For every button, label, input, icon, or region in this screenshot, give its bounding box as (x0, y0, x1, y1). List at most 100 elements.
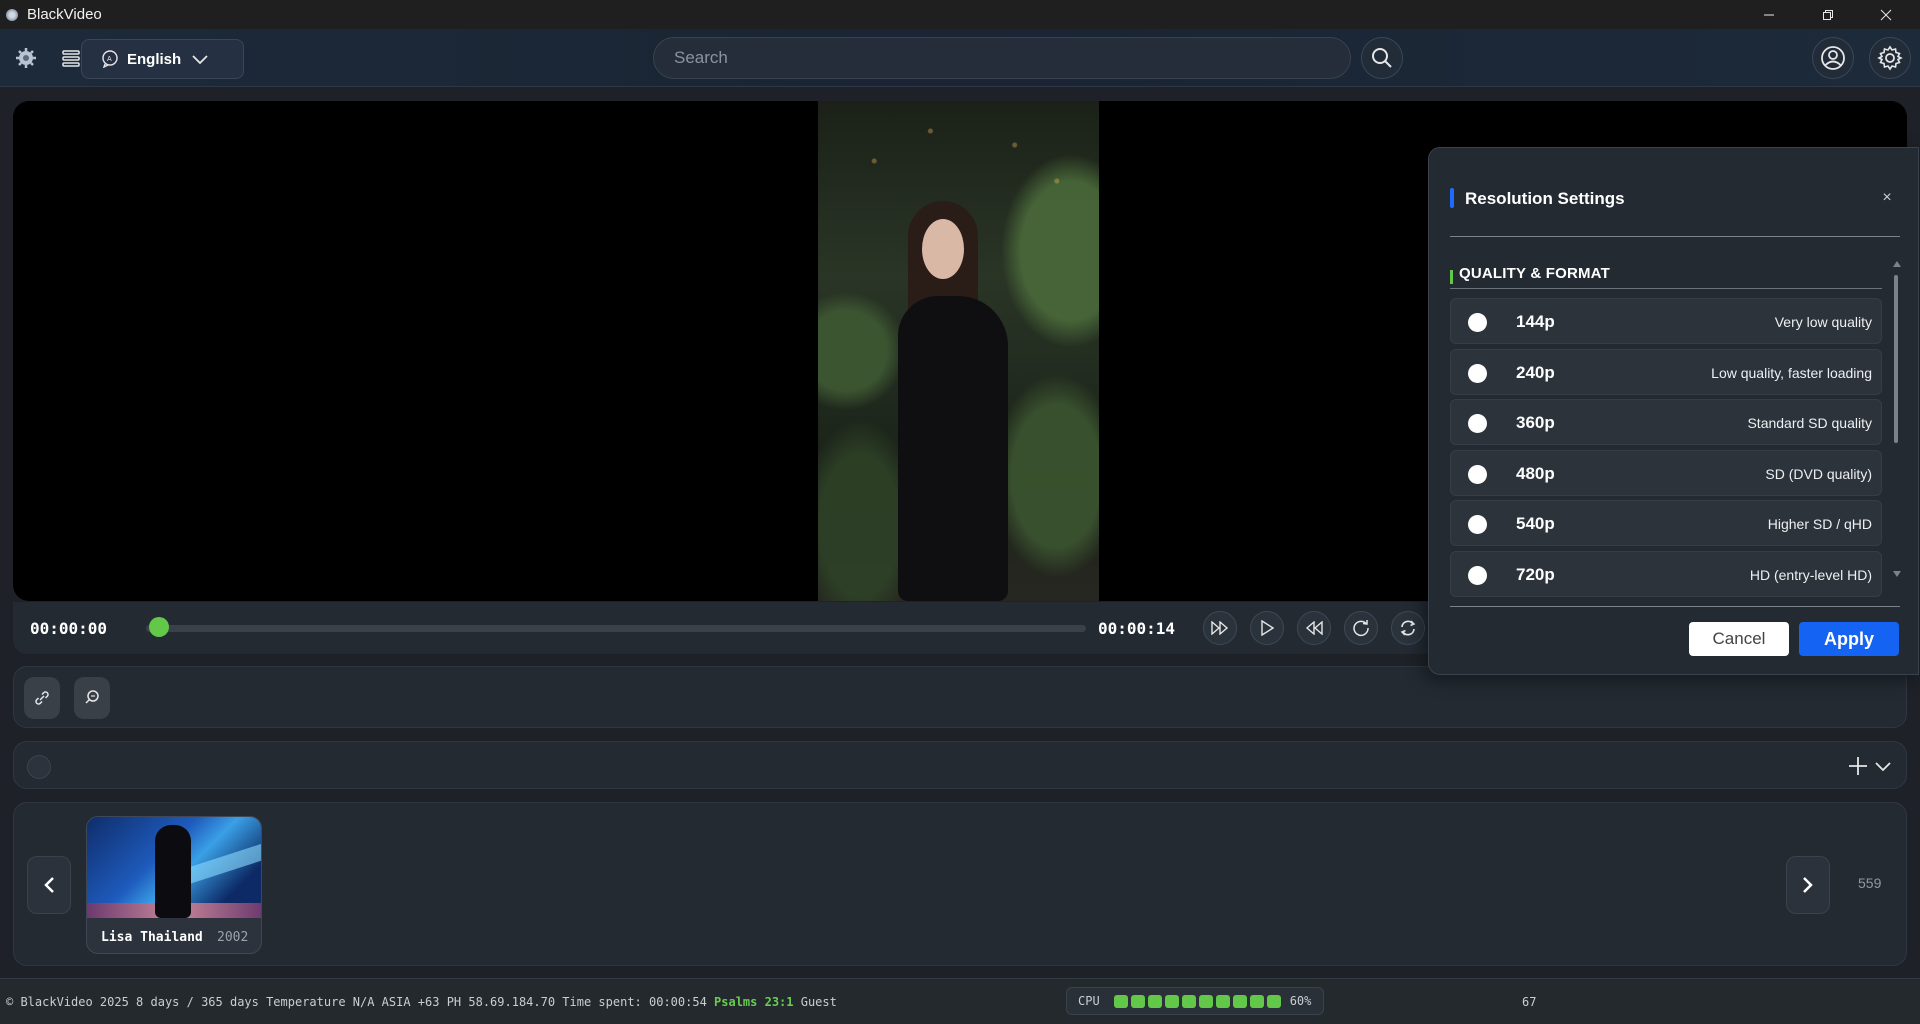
card-thumbnail (87, 817, 261, 918)
scroll-down-arrow-icon[interactable] (1893, 571, 1901, 577)
resolution-label: 360p (1516, 413, 1555, 432)
status-number: 67 (1522, 995, 1537, 1009)
chevron-right-icon (1803, 877, 1813, 893)
search-bar[interactable] (653, 37, 1351, 79)
radio-button[interactable] (1468, 414, 1487, 433)
gallery-prev-button[interactable] (27, 856, 71, 914)
replay-button[interactable] (1344, 611, 1378, 645)
cpu-percent: 60% (1289, 994, 1312, 1008)
logo-button[interactable] (12, 45, 40, 71)
search-button[interactable] (1361, 37, 1403, 79)
expand-button[interactable] (1872, 756, 1894, 776)
cpu-segment (1113, 994, 1128, 1008)
cpu-segment (1130, 994, 1145, 1008)
app-logo-icon (6, 8, 18, 21)
gallery-card[interactable]: Lisa Thailand 2002 (86, 816, 262, 954)
resolution-description: HD (entry-level HD) (1749, 567, 1872, 583)
playlist-row (13, 741, 1907, 789)
title-bar: BlackVideo (0, 0, 1920, 29)
chevron-down-icon (1875, 762, 1891, 772)
link-button[interactable] (24, 677, 60, 719)
radio-button[interactable] (1468, 364, 1487, 383)
status-text: © BlackVideo 2025 8 days / 365 days Temp… (6, 995, 837, 1009)
search-input[interactable] (654, 38, 1350, 78)
section-title: QUALITY & FORMAT (1459, 265, 1610, 282)
cpu-label: CPU (1078, 994, 1100, 1008)
dialog-divider (1450, 236, 1900, 237)
video-frame (818, 101, 1099, 601)
restore-button[interactable] (1805, 0, 1851, 29)
resolution-description: Low quality, faster loading (1711, 365, 1872, 381)
settings-button[interactable] (1869, 37, 1911, 79)
scroll-thumb[interactable] (1894, 275, 1898, 443)
fast-forward-button[interactable] (1203, 611, 1237, 645)
resolution-label: 480p (1516, 464, 1555, 483)
resolution-description: Higher SD / qHD (1767, 516, 1872, 532)
zoom-button[interactable] (74, 677, 110, 719)
stack-menu-icon (62, 50, 80, 67)
seek-handle[interactable] (149, 617, 169, 637)
link-icon (35, 691, 49, 705)
seek-bar[interactable] (146, 625, 1086, 632)
dialog-close-button[interactable]: × (1875, 186, 1899, 210)
resolution-option-720p[interactable]: 720p HD (entry-level HD) (1450, 551, 1882, 597)
cpu-segment (1215, 994, 1230, 1008)
user-icon (1821, 46, 1845, 70)
search-icon (1372, 48, 1392, 68)
replay-icon (1353, 620, 1369, 637)
resolution-description: SD (DVD quality) (1765, 466, 1872, 482)
resolution-option-144p[interactable]: 144p Very low quality (1450, 298, 1882, 344)
status-user: Guest (793, 995, 837, 1009)
radio-button[interactable] (1468, 313, 1487, 332)
video-subject (886, 201, 1016, 601)
scroll-up-arrow-icon[interactable] (1893, 261, 1901, 267)
radio-button[interactable] (1468, 465, 1487, 484)
minimize-button[interactable] (1746, 0, 1792, 29)
psalms-link[interactable]: Psalms 23:1 (714, 995, 793, 1009)
add-button[interactable] (1846, 754, 1870, 778)
resolution-description: Very low quality (1774, 314, 1872, 330)
duration-time: 00:00:14 (1098, 619, 1176, 638)
video-gallery: Lisa Thailand 2002 559 (13, 802, 1907, 966)
gear-icon (1877, 45, 1903, 71)
resolution-dialog: Resolution Settings × QUALITY & FORMAT 1… (1428, 147, 1919, 675)
section-accent-bar (1450, 270, 1453, 284)
resolution-label: 720p (1516, 565, 1555, 584)
language-selector[interactable]: A English (81, 39, 244, 79)
gallery-next-button[interactable] (1786, 856, 1830, 914)
account-button[interactable] (1812, 37, 1854, 79)
rewind-button[interactable] (1297, 611, 1331, 645)
resolution-option-480p[interactable]: 480p SD (DVD quality) (1450, 450, 1882, 496)
language-chat-icon: A (102, 50, 118, 68)
rewind-icon (1305, 621, 1323, 635)
dialog-title: Resolution Settings (1465, 189, 1625, 208)
gallery-count: 559 (1858, 875, 1882, 891)
list-scrollbar[interactable] (1891, 261, 1903, 581)
dialog-accent-bar (1450, 188, 1454, 208)
cpu-segment (1181, 994, 1196, 1008)
playlist-indicator[interactable] (27, 755, 51, 779)
loop-icon (1400, 620, 1416, 636)
top-header: A English (0, 29, 1920, 87)
resolution-option-240p[interactable]: 240p Low quality, faster loading (1450, 349, 1882, 395)
radio-button[interactable] (1468, 566, 1487, 585)
resolution-list: 144p Very low quality 240p Low quality, … (1450, 295, 1883, 729)
resolution-option-360p[interactable]: 360p Standard SD quality (1450, 399, 1882, 445)
cpu-segment (1249, 994, 1264, 1008)
close-icon (1880, 9, 1892, 20)
card-title: Lisa Thailand (101, 930, 203, 945)
resolution-label: 144p (1516, 312, 1555, 331)
minimize-icon (1764, 14, 1774, 15)
resolution-label: 540p (1516, 514, 1555, 533)
svg-text:A: A (107, 56, 112, 63)
close-window-button[interactable] (1863, 0, 1909, 29)
dialog-footer-divider (1450, 606, 1900, 607)
play-button[interactable] (1250, 611, 1284, 645)
apply-button[interactable]: Apply (1799, 622, 1899, 656)
loop-button[interactable] (1391, 611, 1425, 645)
resolution-option-540p[interactable]: 540p Higher SD / qHD (1450, 500, 1882, 546)
chevron-left-icon (44, 877, 54, 893)
play-icon (1261, 620, 1274, 636)
radio-button[interactable] (1468, 515, 1487, 534)
cancel-button[interactable]: Cancel (1689, 622, 1789, 656)
